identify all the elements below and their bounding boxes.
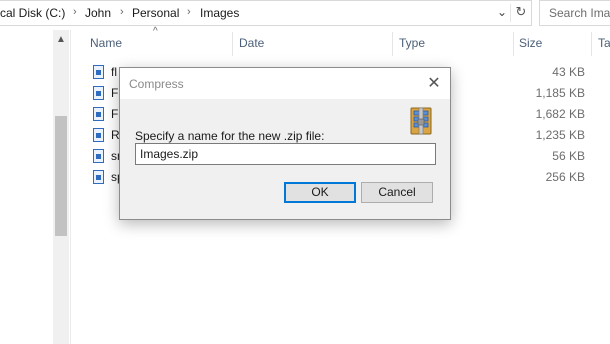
file-size: 56 KB — [552, 149, 585, 163]
breadcrumb-personal[interactable]: Personal — [132, 6, 179, 20]
breadcrumb-images[interactable]: Images — [200, 6, 239, 20]
file-size: 256 KB — [545, 170, 585, 184]
image-file-icon — [93, 107, 104, 121]
image-file-icon — [93, 170, 104, 184]
column-header-type[interactable]: Type — [399, 36, 425, 50]
cancel-button[interactable]: Cancel — [361, 182, 433, 203]
pane-divider — [70, 30, 71, 344]
column-divider[interactable] — [591, 32, 592, 56]
scrollbar-thumb[interactable] — [55, 116, 67, 236]
breadcrumb-john[interactable]: John — [85, 6, 111, 20]
file-size: 1,235 KB — [535, 128, 585, 142]
file-name: fl — [111, 65, 117, 79]
column-divider[interactable] — [232, 32, 233, 56]
column-header-date[interactable]: Date — [239, 36, 264, 50]
ok-button[interactable]: OK — [284, 182, 356, 203]
zip-archive-icon — [410, 107, 432, 135]
column-header-tags[interactable]: Ta — [598, 36, 610, 50]
file-size: 43 KB — [552, 65, 585, 79]
image-file-icon — [93, 128, 104, 142]
compress-dialog: Compress ✕ Specify a name for the new .z… — [119, 67, 451, 220]
dialog-title: Compress — [129, 77, 184, 91]
dialog-titlebar[interactable]: Compress ✕ — [120, 68, 450, 99]
scroll-up-arrow-icon[interactable]: ▲ — [53, 30, 69, 50]
nav-pane-scrollbar[interactable]: ▲ — [53, 30, 69, 344]
file-size: 1,682 KB — [535, 107, 585, 121]
column-header-name[interactable]: Name — [90, 36, 122, 50]
breadcrumb-separator-icon[interactable]: › — [73, 6, 77, 18]
image-file-icon — [93, 149, 104, 163]
column-header-size[interactable]: Size — [519, 36, 542, 50]
image-file-icon — [93, 86, 104, 100]
image-file-icon — [93, 65, 104, 79]
file-size: 1,185 KB — [535, 86, 585, 100]
address-history-chevron-down-icon[interactable]: ⌄ — [494, 5, 510, 21]
sort-ascending-icon: ^ — [153, 26, 158, 37]
filename-prompt-label: Specify a name for the new .zip file: — [135, 129, 325, 143]
address-bar[interactable]: cal Disk (C:) › John › Personal › Images… — [0, 0, 532, 26]
search-placeholder: Search Ima — [549, 6, 610, 20]
refresh-icon[interactable]: ↻ — [510, 4, 531, 22]
column-divider[interactable] — [392, 32, 393, 56]
breadcrumb-separator-icon[interactable]: › — [187, 6, 191, 18]
search-input[interactable]: Search Ima — [539, 0, 610, 26]
zip-filename-input[interactable] — [135, 143, 436, 165]
breadcrumb-drive[interactable]: cal Disk (C:) — [0, 6, 65, 20]
column-divider[interactable] — [513, 32, 514, 56]
close-icon[interactable]: ✕ — [420, 73, 448, 95]
breadcrumb-separator-icon[interactable]: › — [120, 6, 124, 18]
